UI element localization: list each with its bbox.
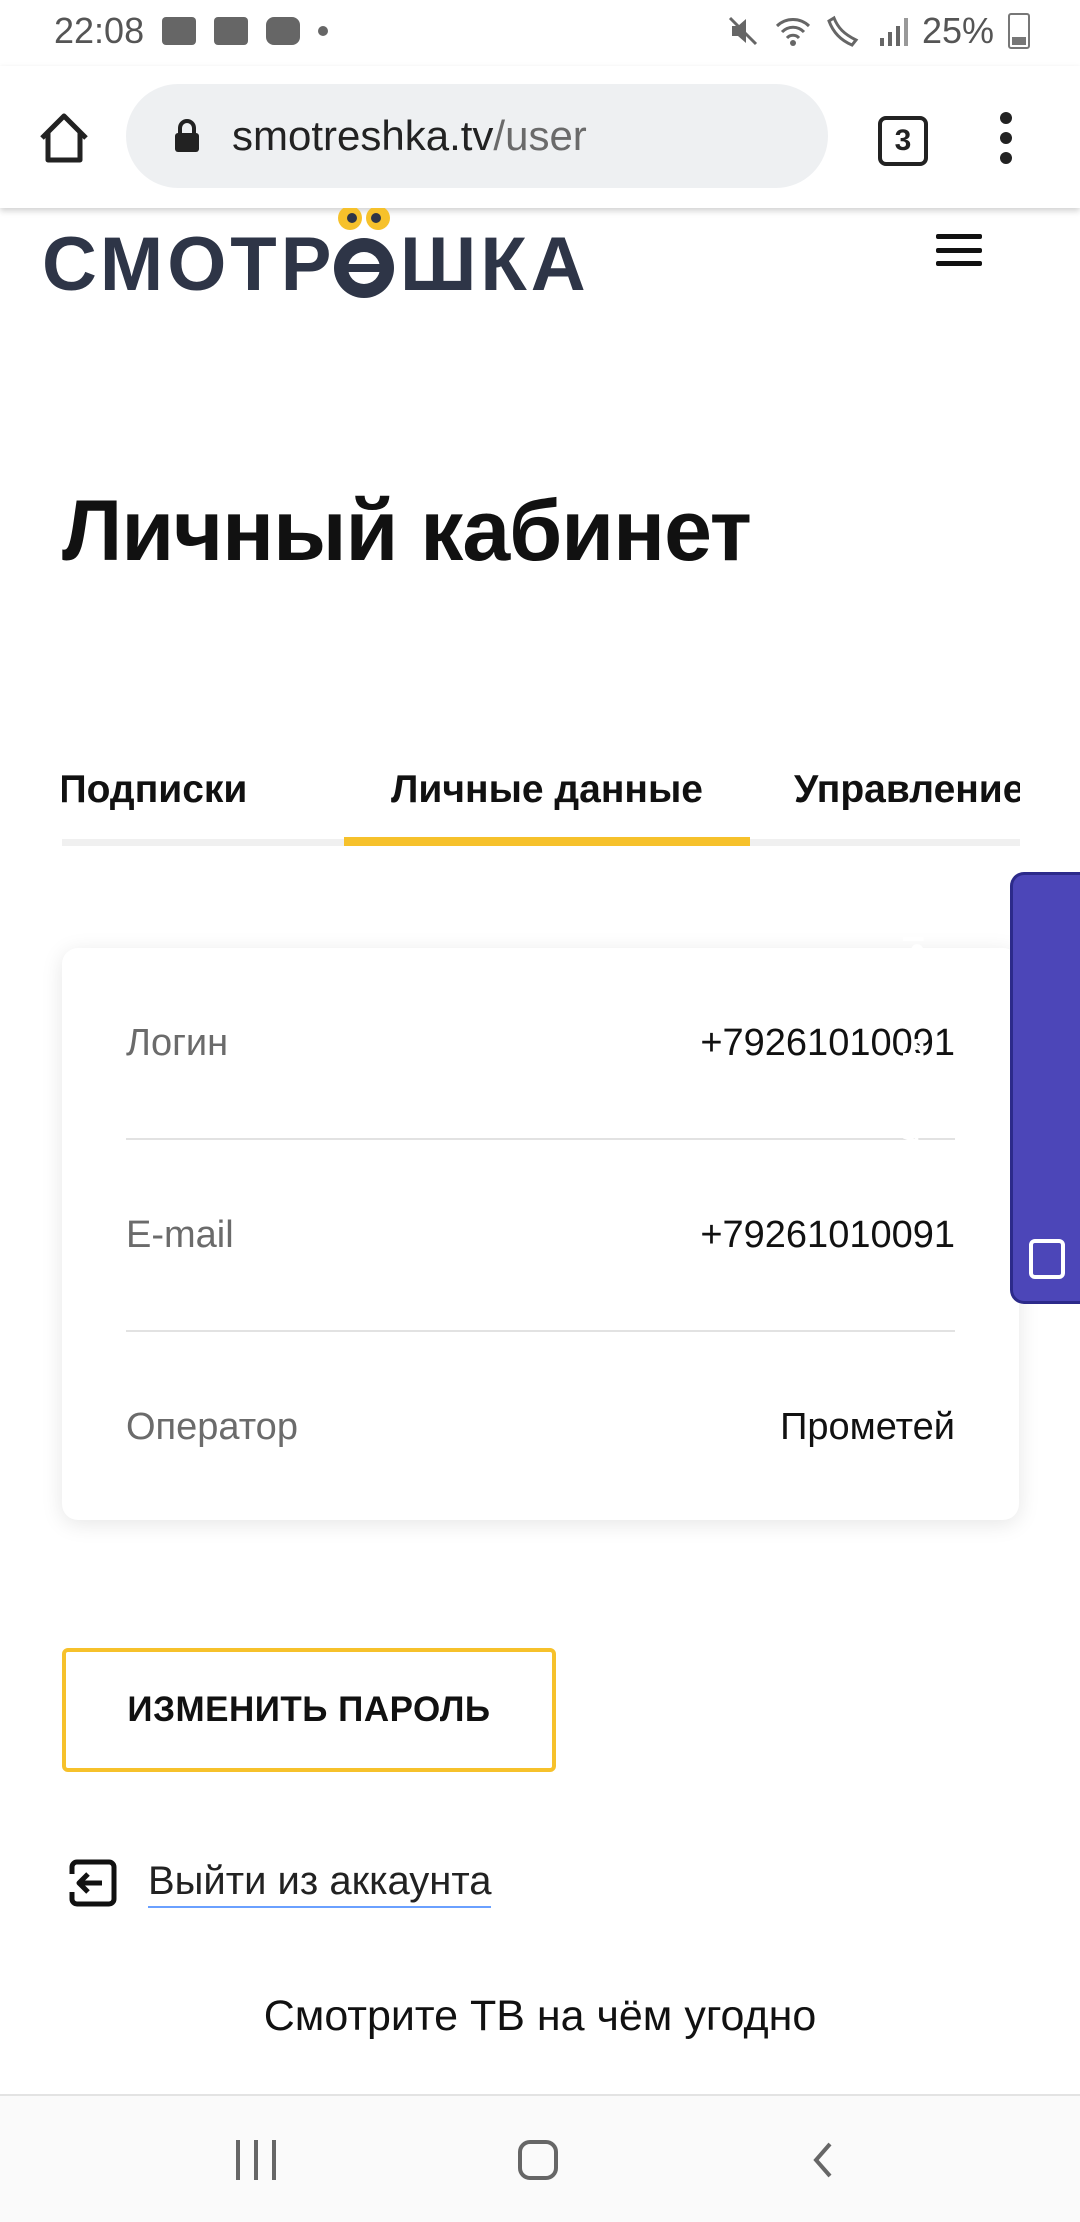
- site-header: СМОТР ШКА: [0, 208, 1080, 318]
- image-icon: [162, 17, 197, 45]
- signal-icon: [879, 18, 908, 46]
- profile-card: Логин +79261010091 E-mail +79261010091 О…: [62, 948, 1019, 1520]
- profile-row-operator: Оператор Прометей: [126, 1332, 955, 1522]
- profile-row-login: Логин +79261010091: [126, 948, 955, 1140]
- profile-row-email: E-mail +79261010091: [126, 1140, 955, 1332]
- change-password-button[interactable]: ИЗМЕНИТЬ ПАРОЛЬ: [62, 1648, 556, 1772]
- wifi-call-icon: [827, 15, 859, 47]
- tab-switcher-button[interactable]: 3: [878, 116, 928, 166]
- youtube-icon: [266, 17, 301, 45]
- url-path: /user: [493, 112, 587, 159]
- row-value: +79261010091: [700, 1213, 955, 1256]
- menu-dot-icon: [1000, 132, 1012, 144]
- menu-dot-icon: [1000, 152, 1012, 164]
- back-icon[interactable]: [804, 2140, 844, 2180]
- svg-text:СМОТР: СМОТР: [42, 222, 335, 307]
- page-title: Личный кабинет: [62, 483, 752, 579]
- message-icon: [214, 17, 249, 45]
- change-password-label: ИЗМЕНИТЬ ПАРОЛЬ: [127, 1690, 491, 1729]
- address-bar[interactable]: smotreshka.tv /user: [126, 84, 828, 188]
- tab-count: 3: [894, 124, 912, 157]
- footer-slogan: Смотрите ТВ на чём угодно: [263, 1992, 817, 2040]
- tab-personal-data[interactable]: Личные данные: [344, 740, 750, 846]
- tab-label: Подписки: [62, 767, 248, 811]
- svg-text:ШКА: ШКА: [400, 222, 590, 307]
- system-navigation-bar: [0, 2094, 1080, 2222]
- recent-apps-icon[interactable]: [236, 2140, 276, 2180]
- home-icon[interactable]: [34, 108, 94, 168]
- battery-icon: [1008, 13, 1030, 49]
- dot-icon: [318, 26, 329, 36]
- tab-label: Управление: [794, 767, 1020, 811]
- tab-management[interactable]: Управление: [794, 740, 1020, 839]
- feedback-icon: [1029, 1239, 1065, 1279]
- logout-link[interactable]: Выйти из аккаунта: [68, 1858, 492, 1908]
- row-label: E-mail: [126, 1213, 234, 1256]
- battery-percent: 25%: [921, 10, 994, 51]
- status-bar: 22:08 25%: [0, 0, 1080, 66]
- status-time: 22:08: [54, 10, 145, 51]
- lock-icon: [175, 119, 199, 152]
- url-host: smotreshka.tv: [232, 112, 494, 159]
- menu-dot-icon: [1000, 112, 1012, 124]
- mute-icon: [728, 16, 757, 46]
- wifi-icon: [775, 18, 810, 46]
- smotreshka-logo[interactable]: СМОТР ШКА: [42, 208, 602, 308]
- row-label: Логин: [126, 1021, 229, 1064]
- profile-tabs: Подписки Личные данные Управление: [62, 740, 1020, 846]
- home-nav-icon[interactable]: [518, 2140, 558, 2180]
- feedback-tab[interactable]: ОСТАВИТЬ ОТЗЫВ: [897, 872, 1080, 1304]
- row-label: Оператор: [126, 1405, 298, 1448]
- tab-label: Личные данные: [391, 767, 703, 811]
- logout-label: Выйти из аккаунта: [148, 1859, 492, 1908]
- feedback-label: ОСТАВИТЬ ОТЗЫВ: [896, 911, 930, 1211]
- browser-toolbar: smotreshka.tv /user 3: [0, 66, 1080, 208]
- hamburger-menu-icon[interactable]: [936, 234, 982, 266]
- tab-subscriptions[interactable]: Подписки: [62, 740, 248, 839]
- logout-icon: [68, 1859, 117, 1907]
- row-value: Прометей: [780, 1405, 955, 1448]
- browser-menu-button[interactable]: [998, 112, 1014, 164]
